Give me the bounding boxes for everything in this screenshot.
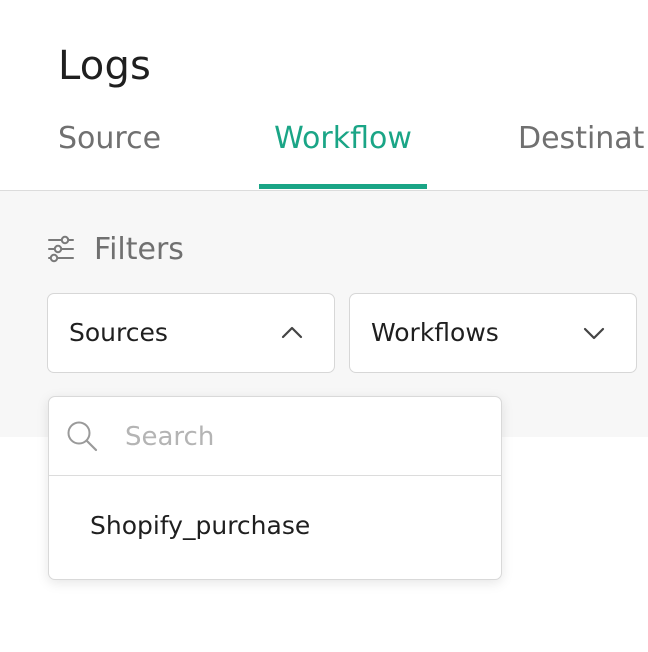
logs-page: Logs Source Workflow Destinat Filters So…	[0, 0, 648, 652]
sliders-icon	[48, 235, 74, 263]
chevron-down-icon	[583, 327, 605, 340]
search-input[interactable]	[123, 409, 487, 465]
source-option-shopify-purchase[interactable]: Shopify_purchase	[49, 476, 501, 576]
log-tabs: Source Workflow Destinat	[0, 110, 648, 191]
tab-destination[interactable]: Destinat	[518, 110, 644, 189]
sources-dropdown[interactable]: Sources	[47, 293, 335, 373]
filters-label: Filters	[94, 231, 184, 267]
chevron-up-icon	[281, 326, 303, 339]
workflows-dropdown[interactable]: Workflows	[349, 293, 637, 373]
sources-dropdown-menu: Shopify_purchase	[48, 396, 502, 580]
search-row	[49, 397, 501, 476]
tab-source[interactable]: Source	[58, 110, 161, 189]
filters-heading: Filters	[46, 227, 184, 271]
search-icon	[67, 421, 98, 452]
tab-workflow[interactable]: Workflow	[259, 110, 427, 189]
workflows-dropdown-label: Workflows	[371, 318, 499, 347]
page-title: Logs	[58, 43, 152, 89]
option-label: Shopify_purchase	[90, 511, 311, 540]
sources-dropdown-label: Sources	[69, 318, 168, 347]
